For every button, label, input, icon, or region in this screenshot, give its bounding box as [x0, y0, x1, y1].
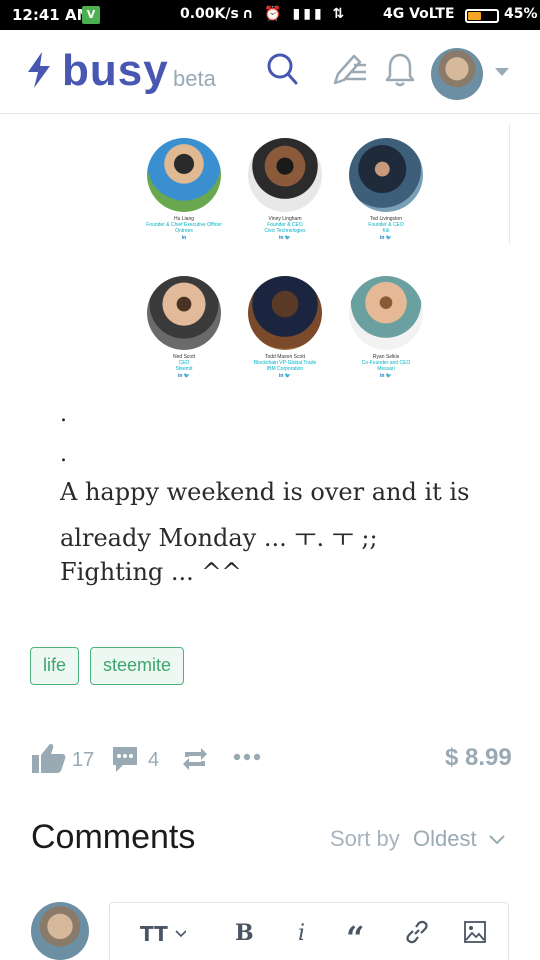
post-text-line: A happy weekend is over and it is [60, 478, 470, 506]
member-social: in 🐦 [379, 373, 393, 379]
italic-icon[interactable]: i [296, 919, 312, 945]
reblog-icon[interactable] [181, 745, 209, 773]
member-social: in 🐦 [278, 373, 292, 379]
member-photo [147, 276, 221, 350]
member-photo [248, 138, 322, 212]
member-photo [147, 138, 221, 212]
app-notification-icon: V [82, 6, 100, 24]
bell-icon[interactable] [385, 52, 415, 88]
member-social: in 🐦 [278, 235, 292, 241]
tag-life[interactable]: life [30, 647, 80, 685]
team-member: Todd Mason Scott Blockchain VP-Global Tr… [235, 276, 335, 380]
status-bar: 12:41 AM V 0.00K/s ∩ ⏰ ▮▮▮ ⇅ 4G VoLTE 45… [0, 0, 540, 30]
member-social: in [181, 235, 187, 241]
image-icon[interactable] [464, 921, 486, 943]
post-dot: . [60, 442, 67, 467]
commenter-avatar [31, 902, 89, 960]
comments-heading: Comments [31, 818, 196, 856]
more-options-icon[interactable] [233, 752, 261, 762]
sort-select[interactable]: Oldest [413, 826, 477, 852]
app-header: busy beta [0, 30, 540, 114]
member-photo [349, 138, 423, 212]
post-text-line: already Monday ... ㅜ. ㅜ ;; [60, 524, 378, 552]
divider [509, 124, 510, 244]
post-dot: . [60, 402, 67, 427]
post-text-line: Fighting ... ^^ [60, 558, 242, 586]
battery-percent: 45% [504, 6, 538, 22]
sort-label: Sort by [330, 826, 400, 851]
team-member: Ted Livingston Founder & CEO Kik in 🐦 [336, 138, 436, 242]
team-member: Vinny Lingham Founder & CEO Civic Techno… [235, 138, 335, 242]
link-icon[interactable] [404, 919, 430, 945]
comment-count: 4 [148, 749, 160, 771]
svg-text:B: B [235, 920, 254, 945]
svg-text:i: i [298, 921, 305, 945]
chevron-down-icon[interactable] [487, 829, 507, 849]
member-photo [248, 276, 322, 350]
beta-label: beta [173, 66, 216, 91]
bolt-logo-icon[interactable] [26, 52, 52, 88]
network-speed: 0.00K/s [180, 6, 239, 22]
search-icon[interactable] [266, 52, 298, 86]
tag-steemite[interactable]: steemite [90, 647, 185, 685]
member-photo [349, 276, 423, 350]
clock: 12:41 AM [12, 6, 92, 24]
text-size-icon[interactable]: TT [140, 921, 186, 947]
logo[interactable]: busy [62, 46, 169, 96]
comment-icon[interactable] [111, 745, 139, 773]
comment-editor-toolbar: TT B i “ [109, 902, 509, 960]
team-member: Ned Scott CEO Steemit in 🐦 [134, 276, 234, 380]
write-icon[interactable] [332, 52, 368, 86]
like-icon[interactable] [32, 743, 66, 773]
team-member: Ryan Selkis Co-Founder and CEO Messari i… [336, 276, 436, 380]
member-social: in 🐦 [379, 235, 393, 241]
post-image-team: Hu Liang Founder & Chief Executive Offic… [125, 124, 511, 386]
member-social: in 🐦 [177, 373, 191, 379]
status-icons: ∩ ⏰ ▮▮▮ ⇅ [242, 6, 348, 22]
like-count: 17 [72, 749, 95, 771]
network-type: 4G VoLTE [383, 6, 455, 22]
svg-text:TT: TT [140, 922, 168, 946]
user-avatar[interactable] [431, 48, 483, 100]
battery-icon [465, 9, 499, 23]
quote-icon[interactable]: “ [346, 923, 372, 945]
team-member: Hu Liang Founder & Chief Executive Offic… [134, 138, 234, 242]
svg-text:“: “ [346, 923, 364, 945]
payout-amount[interactable]: $ 8.99 [445, 744, 512, 772]
bold-icon[interactable]: B [234, 919, 256, 945]
chevron-down-icon[interactable] [495, 68, 509, 76]
